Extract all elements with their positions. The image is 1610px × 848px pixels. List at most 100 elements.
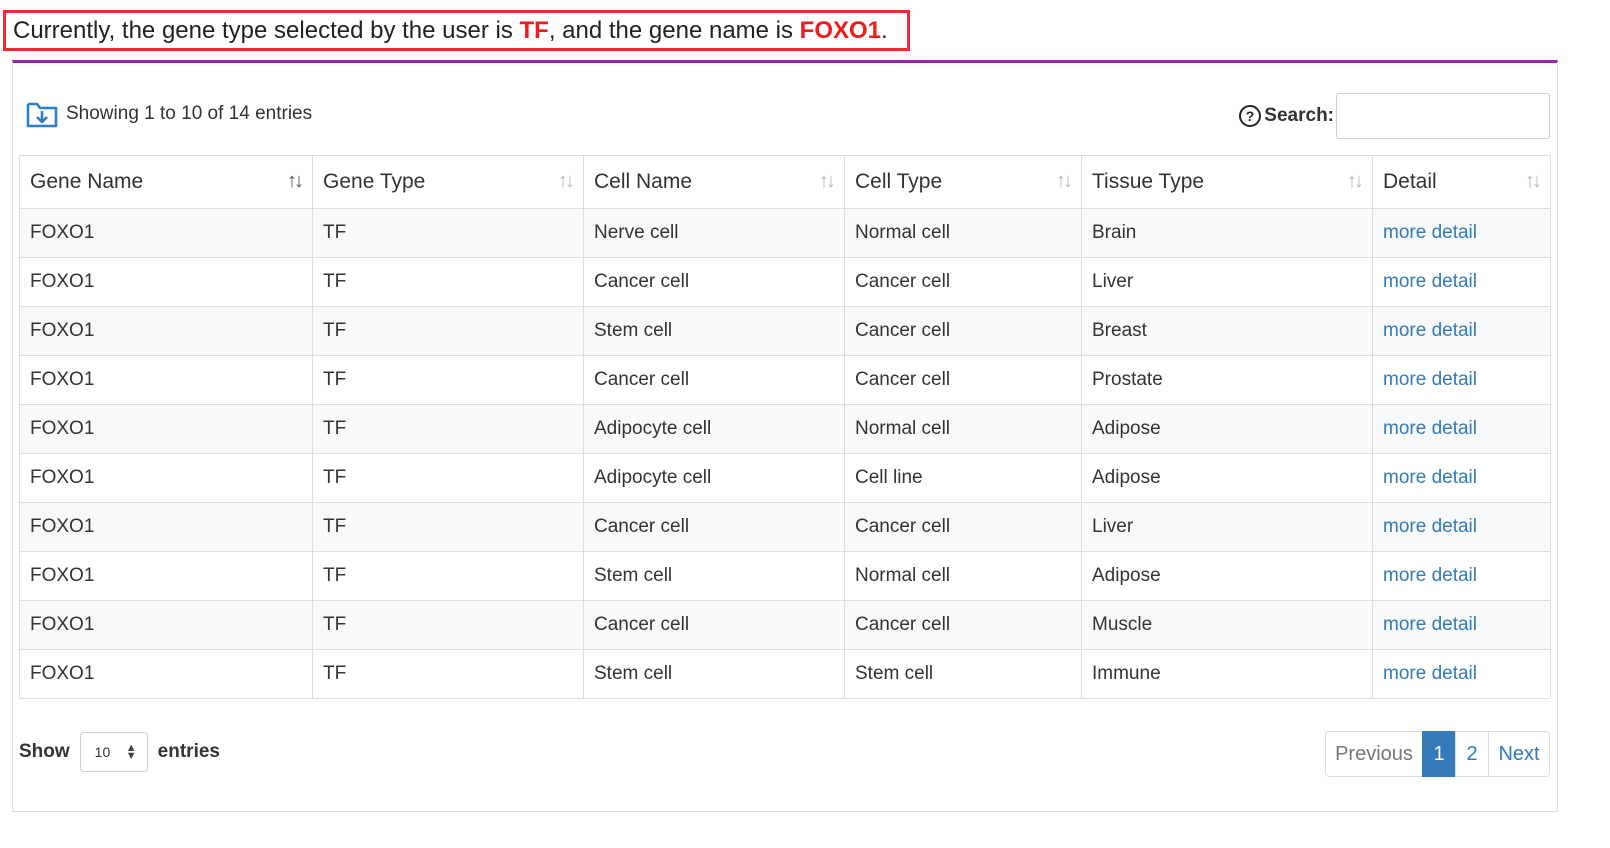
cell-gene-type: TF <box>312 502 584 552</box>
cell-tissue-type: Adipose <box>1081 404 1373 454</box>
cell-cell-type: Normal cell <box>844 551 1082 601</box>
column-header-cell-type[interactable]: Cell Type ↑↓ <box>844 155 1082 209</box>
entries-length-control: Show 10 ▲ ▼ entries <box>19 731 220 772</box>
more-detail-link[interactable]: more detail <box>1383 663 1477 684</box>
cell-tissue-type: Muscle <box>1081 600 1373 650</box>
question-circle-icon[interactable]: ? <box>1238 104 1262 128</box>
table-info: Showing 1 to 10 of 14 entries <box>26 97 312 131</box>
cell-detail: more detail <box>1372 404 1551 454</box>
cell-cell-type: Cancer cell <box>844 257 1082 307</box>
entries-per-page-select[interactable]: 10 ▲ ▼ <box>79 731 148 772</box>
sort-icon: ↑↓ <box>1347 170 1364 192</box>
page-2-button[interactable]: 2 <box>1455 731 1489 777</box>
cell-gene-type: TF <box>312 306 584 356</box>
cell-cell-name: Stem cell <box>583 649 845 699</box>
table-row: FOXO1 TF Adipocyte cell Cell line Adipose mor… <box>19 453 1551 503</box>
cell-cell-type: Stem cell <box>844 649 1082 699</box>
sort-icon: ↑↓ <box>1525 170 1542 192</box>
cell-gene-type: TF <box>312 453 584 503</box>
banner-gene-type: TF <box>519 17 549 44</box>
cell-gene-name: FOXO1 <box>19 600 313 650</box>
more-detail-link[interactable]: more detail <box>1383 271 1477 292</box>
cell-detail: more detail <box>1372 502 1551 552</box>
cell-gene-type: TF <box>312 404 584 454</box>
cell-detail: more detail <box>1372 257 1551 307</box>
more-detail-link[interactable]: more detail <box>1383 614 1477 635</box>
cell-detail: more detail <box>1372 649 1551 699</box>
search-area: ? Search: <box>1238 93 1550 139</box>
cell-tissue-type: Brain <box>1081 208 1373 258</box>
cell-cell-name: Cancer cell <box>583 600 845 650</box>
search-input[interactable] <box>1336 93 1550 139</box>
column-header-gene-name[interactable]: Gene Name ↑↓ <box>19 155 313 209</box>
selection-banner: Currently, the gene type selected by the… <box>3 10 910 51</box>
cell-detail: more detail <box>1372 306 1551 356</box>
next-button[interactable]: Next <box>1488 731 1550 777</box>
cell-cell-name: Cancer cell <box>583 257 845 307</box>
more-detail-link[interactable]: more detail <box>1383 369 1477 390</box>
cell-gene-name: FOXO1 <box>19 257 313 307</box>
more-detail-link[interactable]: more detail <box>1383 467 1477 488</box>
cell-gene-type: TF <box>312 257 584 307</box>
table-row: FOXO1 TF Stem cell Cancer cell Breast more de… <box>19 306 1551 356</box>
show-label: Show <box>19 740 70 762</box>
sort-icon: ↑↓ <box>287 170 304 192</box>
cell-cell-type: Cell line <box>844 453 1082 503</box>
table-row: FOXO1 TF Stem cell Stem cell Immune more deta… <box>19 649 1551 699</box>
cell-detail: more detail <box>1372 453 1551 503</box>
more-detail-link[interactable]: more detail <box>1383 516 1477 537</box>
cell-cell-type: Cancer cell <box>844 355 1082 405</box>
cell-gene-name: FOXO1 <box>19 404 313 454</box>
page-1-button[interactable]: 1 <box>1422 731 1456 777</box>
svg-text:?: ? <box>1246 108 1255 124</box>
cell-tissue-type: Adipose <box>1081 453 1373 503</box>
cell-cell-name: Adipocyte cell <box>583 404 845 454</box>
cell-cell-name: Cancer cell <box>583 355 845 405</box>
banner-gene-name: FOXO1 <box>799 17 882 44</box>
cell-cell-name: Stem cell <box>583 306 845 356</box>
table-row: FOXO1 TF Nerve cell Normal cell Brain more de… <box>19 208 1551 258</box>
cell-cell-type: Cancer cell <box>844 600 1082 650</box>
more-detail-link[interactable]: more detail <box>1383 222 1477 243</box>
cell-cell-name: Stem cell <box>583 551 845 601</box>
sort-icon: ↑↓ <box>1056 170 1073 192</box>
cell-detail: more detail <box>1372 600 1551 650</box>
cell-gene-type: TF <box>312 551 584 601</box>
column-header-gene-type[interactable]: Gene Type ↑↓ <box>312 155 584 209</box>
cell-gene-name: FOXO1 <box>19 355 313 405</box>
cell-tissue-type: Adipose <box>1081 551 1373 601</box>
sort-icon: ↑↓ <box>819 170 836 192</box>
select-arrows-icon: ▲ ▼ <box>125 741 137 762</box>
more-detail-link[interactable]: more detail <box>1383 565 1477 586</box>
more-detail-link[interactable]: more detail <box>1383 320 1477 341</box>
cell-detail: more detail <box>1372 551 1551 601</box>
column-header-cell-name[interactable]: Cell Name ↑↓ <box>583 155 845 209</box>
cell-cell-type: Cancer cell <box>844 502 1082 552</box>
table-row: FOXO1 TF Cancer cell Cancer cell Muscle more … <box>19 600 1551 650</box>
previous-button[interactable]: Previous <box>1325 731 1423 777</box>
cell-gene-type: TF <box>312 600 584 650</box>
column-header-detail[interactable]: Detail ↑↓ <box>1372 155 1551 209</box>
more-detail-link[interactable]: more detail <box>1383 418 1477 439</box>
banner-middle: , and the gene name is <box>548 17 800 44</box>
table-row: FOXO1 TF Adipocyte cell Normal cell Adipose m… <box>19 404 1551 454</box>
cell-cell-type: Cancer cell <box>844 306 1082 356</box>
table-row: FOXO1 TF Stem cell Normal cell Adipose more d… <box>19 551 1551 601</box>
cell-gene-name: FOXO1 <box>19 208 313 258</box>
pagination: Previous 1 2 Next <box>1325 731 1550 777</box>
cell-cell-type: Normal cell <box>844 208 1082 258</box>
search-label-group: ? Search: <box>1238 104 1334 128</box>
cell-tissue-type: Prostate <box>1081 355 1373 405</box>
cell-tissue-type: Liver <box>1081 502 1373 552</box>
entries-info: Showing 1 to 10 of 14 entries <box>66 103 313 124</box>
column-header-tissue-type[interactable]: Tissue Type ↑↓ <box>1081 155 1373 209</box>
entries-label: entries <box>157 740 220 762</box>
banner-prefix: Currently, the gene type selected by the… <box>13 17 520 44</box>
download-folder-icon[interactable] <box>26 100 58 128</box>
cell-cell-type: Normal cell <box>844 404 1082 454</box>
table-row: FOXO1 TF Cancer cell Cancer cell Prostate mor… <box>19 355 1551 405</box>
cell-gene-name: FOXO1 <box>19 551 313 601</box>
cell-tissue-type: Immune <box>1081 649 1373 699</box>
cell-detail: more detail <box>1372 208 1551 258</box>
table-header-row: Gene Name ↑↓ Gene Type ↑↓ Cell Name ↑↓ Cell… <box>19 155 1551 209</box>
